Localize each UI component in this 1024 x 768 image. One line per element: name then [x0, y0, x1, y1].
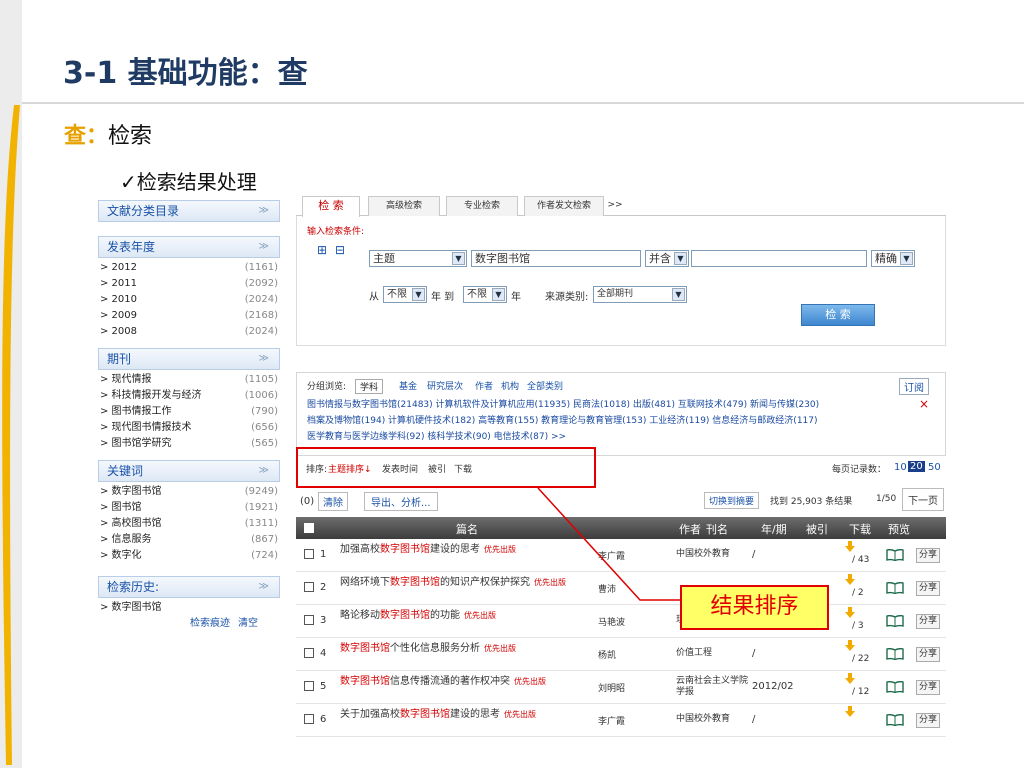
callout-label: 结果排序 [680, 585, 829, 630]
callout-connector [537, 487, 680, 601]
